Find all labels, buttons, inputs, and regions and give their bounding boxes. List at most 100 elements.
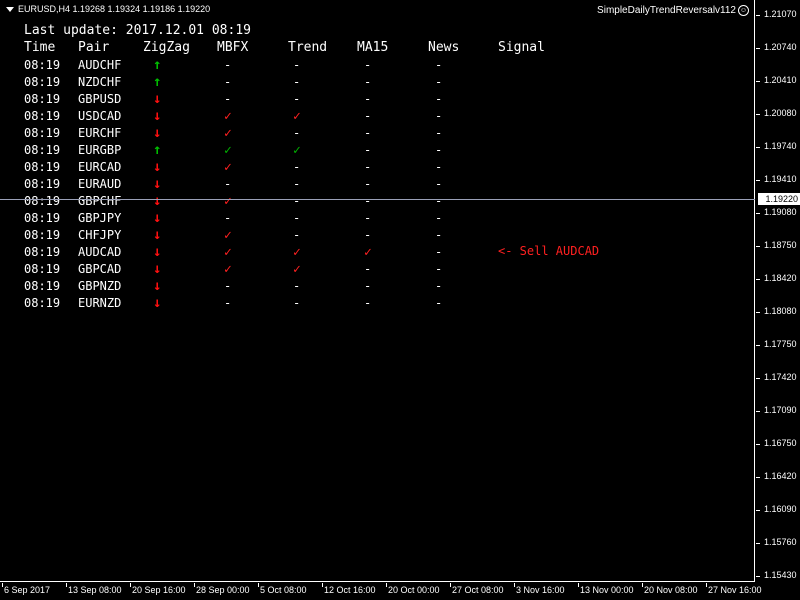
- time-label: 12 Oct 16:00: [324, 585, 376, 595]
- row-pair: NZDCHF: [78, 75, 122, 89]
- header-time: Time: [24, 40, 56, 55]
- table-row: 08:19 CHFJPY ↓ ✓ - - -: [0, 227, 760, 245]
- dash-value: -: [435, 228, 443, 242]
- dash-value: -: [224, 279, 232, 293]
- arrow-down-icon: ↓: [153, 210, 162, 226]
- expert-advisor-label[interactable]: SimpleDailyTrendReversalv112 ☺: [595, 5, 751, 17]
- price-tick: [756, 378, 760, 379]
- time-label: 20 Nov 08:00: [644, 585, 698, 595]
- table-row: 08:19 GBPJPY ↓ - - - -: [0, 210, 760, 228]
- dash-value: -: [435, 143, 443, 157]
- arrow-up-icon: ↑: [153, 57, 162, 73]
- price-tick: [756, 180, 760, 181]
- price-tick: [756, 477, 760, 478]
- time-label: 20 Sep 16:00: [132, 585, 186, 595]
- dash-value: -: [364, 279, 372, 293]
- price-axis[interactable]: 1.19220 1.21070 1.20740 1.20410 1.20080 1.19…: [756, 0, 800, 582]
- arrow-down-icon: ↓: [153, 91, 162, 107]
- price-label: 1.16750: [764, 438, 797, 448]
- crosshair-price-line[interactable]: [0, 199, 755, 200]
- dropdown-triangle-icon[interactable]: [6, 7, 14, 13]
- check-icon: ✓: [224, 126, 232, 141]
- dash-value: -: [364, 160, 372, 174]
- check-icon: ✓: [224, 228, 232, 243]
- price-label: 1.17090: [764, 405, 797, 415]
- dash-value: -: [435, 296, 443, 310]
- price-tick: [756, 444, 760, 445]
- price-tick: [756, 213, 760, 214]
- row-pair: GBPCHF: [78, 194, 122, 208]
- row-pair: EURCHF: [78, 126, 122, 140]
- arrow-up-icon: ↑: [153, 74, 162, 90]
- arrow-down-icon: ↓: [153, 108, 162, 124]
- signal-sell-text: <- Sell AUDCAD: [498, 244, 600, 258]
- dash-value: -: [435, 177, 443, 191]
- price-tick: [756, 15, 760, 16]
- price-label: 1.21070: [764, 9, 797, 19]
- price-tick: [756, 345, 760, 346]
- price-tick: [756, 576, 760, 577]
- row-time: 08:19: [24, 143, 61, 157]
- row-pair: GBPNZD: [78, 279, 122, 293]
- dash-value: -: [364, 262, 372, 276]
- dash-value: -: [364, 177, 372, 191]
- dash-value: -: [293, 194, 301, 208]
- row-pair: CHFJPY: [78, 228, 122, 242]
- dash-value: -: [364, 126, 372, 140]
- time-axis[interactable]: 6 Sep 2017 13 Sep 08:00 20 Sep 16:00 28 Sep…: [0, 583, 762, 600]
- row-pair: EURGBP: [78, 143, 122, 157]
- dash-value: -: [435, 160, 443, 174]
- time-tick: [578, 583, 579, 587]
- row-time: 08:19: [24, 75, 61, 89]
- last-update-text: Last update: 2017.12.01 08:19: [24, 23, 251, 38]
- header-pair: Pair: [78, 40, 110, 55]
- arrow-down-icon: ↓: [153, 159, 162, 175]
- row-time: 08:19: [24, 92, 61, 106]
- table-row: 08:19 GBPUSD ↓ - - - -: [0, 91, 760, 109]
- price-label: 1.15430: [764, 570, 797, 580]
- row-time: 08:19: [24, 58, 61, 72]
- row-time: 08:19: [24, 279, 61, 293]
- time-tick: [386, 583, 387, 587]
- row-pair: EURCAD: [78, 160, 122, 174]
- header-ma15: MA15: [357, 40, 389, 55]
- price-tick: [756, 147, 760, 148]
- row-pair: AUDCAD: [78, 245, 122, 259]
- dash-value: -: [293, 296, 301, 310]
- dash-value: -: [293, 177, 301, 191]
- time-tick: [642, 583, 643, 587]
- time-tick: [2, 583, 3, 587]
- dash-value: -: [435, 279, 443, 293]
- row-time: 08:19: [24, 194, 61, 208]
- table-row: 08:19 AUDCHF ↑ - - - -: [0, 57, 760, 75]
- price-label: 1.18420: [764, 273, 797, 283]
- dash-value: -: [364, 211, 372, 225]
- check-icon: ✓: [293, 262, 301, 277]
- price-tick: [756, 48, 760, 49]
- arrow-down-icon: ↓: [153, 261, 162, 277]
- time-label: 3 Nov 16:00: [516, 585, 565, 595]
- row-pair: GBPCAD: [78, 262, 122, 276]
- table-row: 08:19 GBPCAD ↓ ✓ ✓ - -: [0, 261, 760, 279]
- price-label: 1.19410: [764, 174, 797, 184]
- dash-value: -: [435, 75, 443, 89]
- table-row: 08:19 AUDCAD ↓ ✓ ✓ ✓ -: [0, 244, 760, 262]
- table-row: 08:19 EURCHF ↓ ✓ - - -: [0, 125, 760, 143]
- dash-value: -: [224, 92, 232, 106]
- header-mbfx: MBFX: [217, 40, 249, 55]
- price-label: 1.19080: [764, 207, 797, 217]
- arrow-down-icon: ↓: [153, 244, 162, 260]
- row-pair: USDCAD: [78, 109, 122, 123]
- row-pair: EURNZD: [78, 296, 122, 310]
- time-tick: [514, 583, 515, 587]
- time-label: 20 Oct 00:00: [388, 585, 440, 595]
- header-trend: Trend: [288, 40, 328, 55]
- time-tick: [66, 583, 67, 587]
- price-tick: [756, 510, 760, 511]
- dash-value: -: [224, 296, 232, 310]
- dash-value: -: [435, 92, 443, 106]
- dash-value: -: [293, 92, 301, 106]
- header-news: News: [428, 40, 460, 55]
- dash-value: -: [435, 194, 443, 208]
- time-tick: [130, 583, 131, 587]
